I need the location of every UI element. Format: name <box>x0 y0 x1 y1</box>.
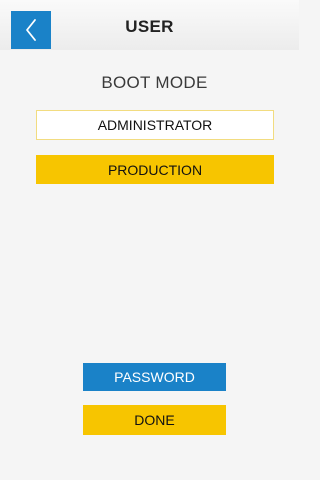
password-button-label: PASSWORD <box>114 369 195 385</box>
done-button[interactable]: DONE <box>83 405 226 435</box>
header-bar: USER <box>0 0 299 50</box>
option-label: ADMINISTRATOR <box>97 117 213 133</box>
boot-mode-option-administrator[interactable]: ADMINISTRATOR <box>36 110 274 140</box>
password-button[interactable]: PASSWORD <box>83 363 226 391</box>
done-button-label: DONE <box>134 412 175 428</box>
boot-mode-title: BOOT MODE <box>101 73 208 92</box>
option-label: PRODUCTION <box>107 161 203 178</box>
boot-mode-option-production[interactable]: PRODUCTION <box>36 155 274 184</box>
page-title: USER <box>125 17 174 36</box>
